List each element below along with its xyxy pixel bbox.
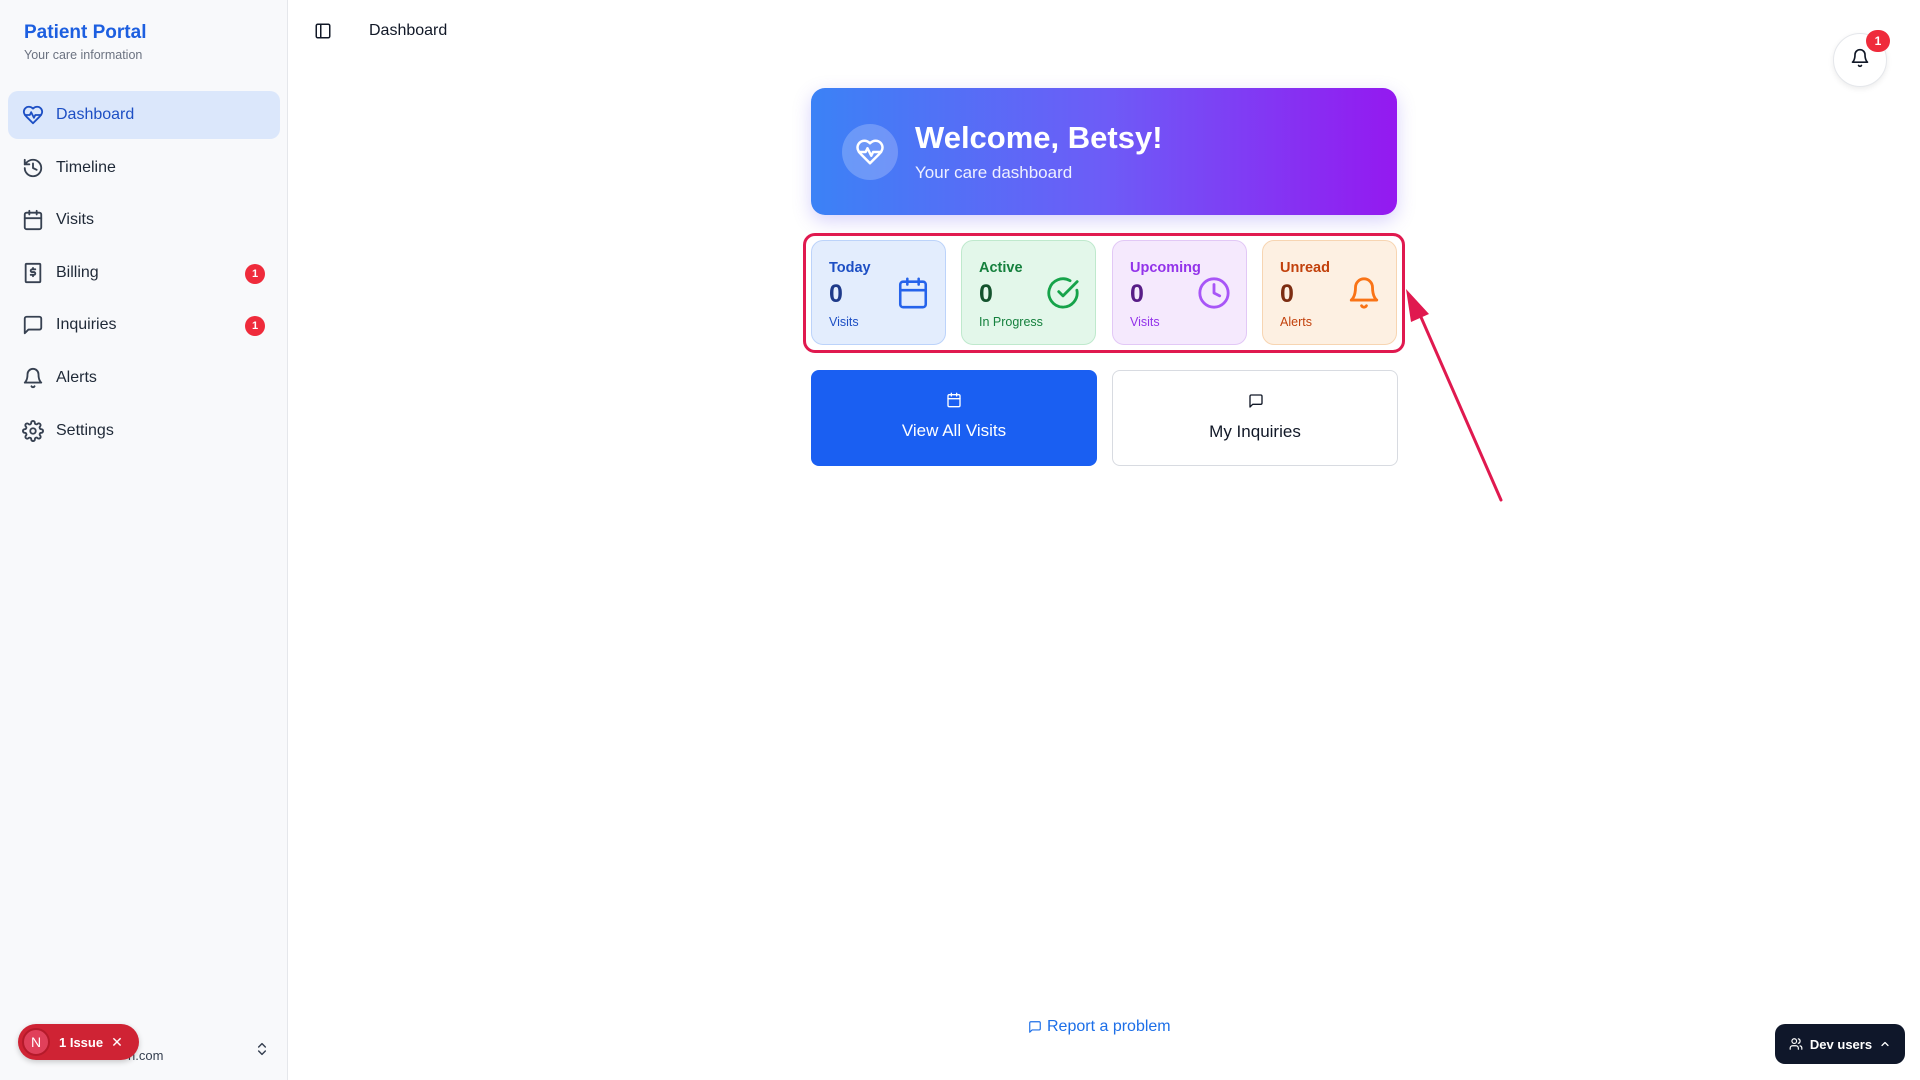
history-icon <box>22 157 44 179</box>
stat-value: 0 <box>829 280 843 308</box>
message-square-icon <box>1248 393 1264 409</box>
heart-pulse-icon <box>842 124 898 180</box>
billing-badge: 1 <box>245 263 265 284</box>
dev-users-label: Dev users <box>1809 1036 1873 1052</box>
sidebar-item-inquiries[interactable]: Inquiries 1 <box>8 301 280 349</box>
issues-indicator[interactable]: N 1 Issue ✕ <box>18 1024 139 1060</box>
flag-message-icon <box>1029 1021 1041 1033</box>
stat-card-unread: Unread 0 Alerts <box>1262 240 1397 345</box>
bell-icon <box>22 367 44 389</box>
sidebar-item-timeline[interactable]: Timeline <box>8 144 280 192</box>
sidebar-toggle-icon[interactable] <box>314 22 332 40</box>
issue-avatar: N <box>22 1028 50 1056</box>
stat-label: Unread <box>1280 260 1330 276</box>
report-label: Report a problem <box>1047 1018 1171 1035</box>
stat-sub: In Progress <box>979 315 1043 329</box>
inquiries-badge: 1 <box>245 316 265 337</box>
brand-subtitle: Your care information <box>24 48 143 62</box>
my-inquiries-button[interactable]: My Inquiries <box>1112 370 1398 466</box>
gear-icon <box>22 419 44 442</box>
sidebar-item-label: Inquiries <box>56 316 117 334</box>
sidebar: Patient Portal Your care information Das… <box>0 0 288 1080</box>
clock-icon <box>1197 276 1231 310</box>
sidebar-item-label: Alerts <box>56 368 97 386</box>
stat-value: 0 <box>1280 280 1294 308</box>
users-icon <box>1789 1038 1803 1050</box>
sidebar-item-label: Billing <box>56 263 99 281</box>
chevrons-up-down-icon[interactable] <box>254 1040 270 1058</box>
page-title: Dashboard <box>369 22 448 39</box>
sidebar-item-billing[interactable]: Billing 1 <box>8 249 280 297</box>
view-all-visits-button[interactable]: View All Visits <box>811 370 1097 466</box>
bell-icon <box>1347 276 1381 310</box>
sidebar-item-visits[interactable]: Visits <box>8 196 280 244</box>
welcome-banner: Welcome, Betsy! Your care dashboard <box>811 88 1397 215</box>
heart-pulse-icon <box>22 104 44 126</box>
brand: Patient Portal Your care information <box>24 22 146 62</box>
chevron-up-icon <box>1881 1041 1889 1047</box>
stat-value: 0 <box>979 280 993 308</box>
sidebar-item-label: Dashboard <box>56 106 135 123</box>
sidebar-item-label: Settings <box>56 421 114 439</box>
stat-sub: Visits <box>829 315 859 329</box>
dev-users-button[interactable]: Dev users <box>1775 1024 1905 1064</box>
stat-card-upcoming: Upcoming 0 Visits <box>1112 240 1247 345</box>
sidebar-item-dashboard[interactable]: Dashboard <box>8 91 280 139</box>
calendar-icon <box>946 392 962 408</box>
notification-badge: 1 <box>1866 30 1890 52</box>
sidebar-nav: Dashboard Timeline Visits Billing 1 Inqu… <box>8 91 280 459</box>
stat-value: 0 <box>1130 280 1144 308</box>
dollar-receipt-icon <box>22 262 44 284</box>
button-label: View All Visits <box>901 421 1007 440</box>
stat-card-active: Active 0 In Progress <box>961 240 1096 345</box>
stat-sub: Alerts <box>1280 315 1312 329</box>
annotation-arrow <box>1406 289 1503 502</box>
calendar-icon <box>22 209 44 231</box>
welcome-subtitle: Your care dashboard <box>915 163 1073 182</box>
stat-card-today: Today 0 Visits <box>811 240 946 345</box>
calendar-icon <box>896 276 930 310</box>
close-icon[interactable]: ✕ <box>111 1034 123 1051</box>
stat-label: Active <box>979 260 1023 276</box>
stat-sub: Visits <box>1130 315 1160 329</box>
sidebar-item-label: Timeline <box>56 158 116 176</box>
brand-title: Patient Portal <box>24 22 147 43</box>
sidebar-item-label: Visits <box>56 211 94 229</box>
button-label: My Inquiries <box>1209 422 1301 441</box>
report-problem-link[interactable]: Report a problem <box>1028 1018 1171 1036</box>
sidebar-item-settings[interactable]: Settings <box>8 407 280 455</box>
welcome-title: Welcome, Betsy! <box>915 120 1163 155</box>
issue-count: 1 Issue <box>59 1034 104 1050</box>
stat-label: Upcoming <box>1130 260 1201 276</box>
message-square-icon <box>22 314 44 336</box>
bell-icon <box>1850 48 1870 73</box>
check-circle-icon <box>1046 276 1080 310</box>
sidebar-item-alerts[interactable]: Alerts <box>8 354 280 402</box>
stat-label: Today <box>829 260 871 276</box>
